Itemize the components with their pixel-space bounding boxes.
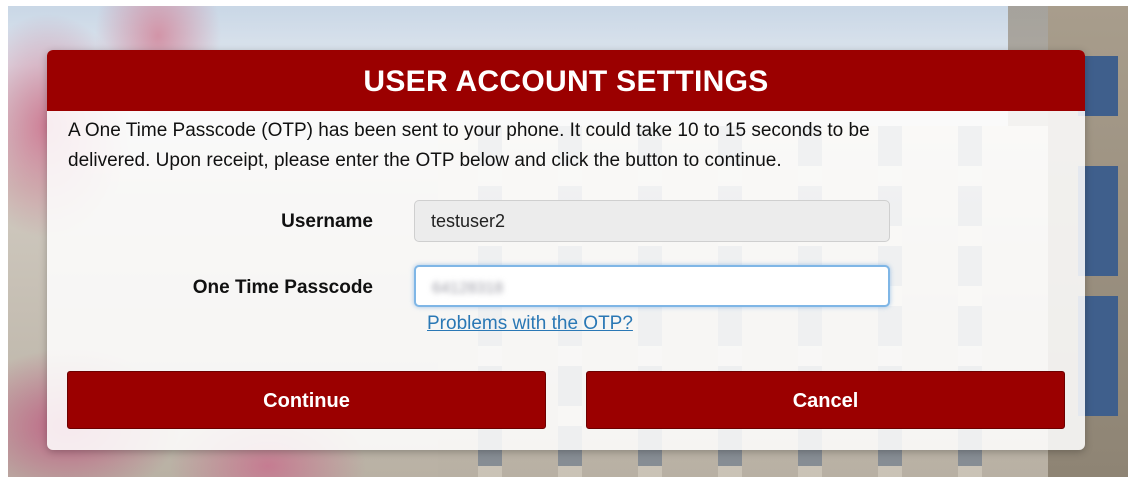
background-photo: USER ACCOUNT SETTINGS A One Time Passcod… bbox=[8, 6, 1128, 477]
otp-label: One Time Passcode bbox=[192, 277, 373, 298]
dialog-title: USER ACCOUNT SETTINGS bbox=[47, 50, 1085, 111]
cancel-button[interactable]: Cancel bbox=[586, 371, 1065, 429]
user-account-settings-dialog: USER ACCOUNT SETTINGS A One Time Passcod… bbox=[47, 50, 1085, 450]
username-field: testuser2 bbox=[414, 200, 890, 242]
otp-input[interactable]: 64128318 bbox=[414, 265, 890, 307]
otp-instructions-line-2: delivered. Upon receipt, please enter th… bbox=[68, 150, 782, 171]
username-label: Username bbox=[281, 211, 373, 232]
continue-button[interactable]: Continue bbox=[67, 371, 546, 429]
otp-instructions: A One Time Passcode (OTP) has been sent … bbox=[68, 116, 1058, 176]
username-value: testuser2 bbox=[431, 211, 506, 231]
otp-instructions-line-1: A One Time Passcode (OTP) has been sent … bbox=[68, 120, 870, 141]
otp-value: 64128318 bbox=[432, 280, 504, 297]
otp-problems-link[interactable]: Problems with the OTP? bbox=[427, 313, 633, 335]
